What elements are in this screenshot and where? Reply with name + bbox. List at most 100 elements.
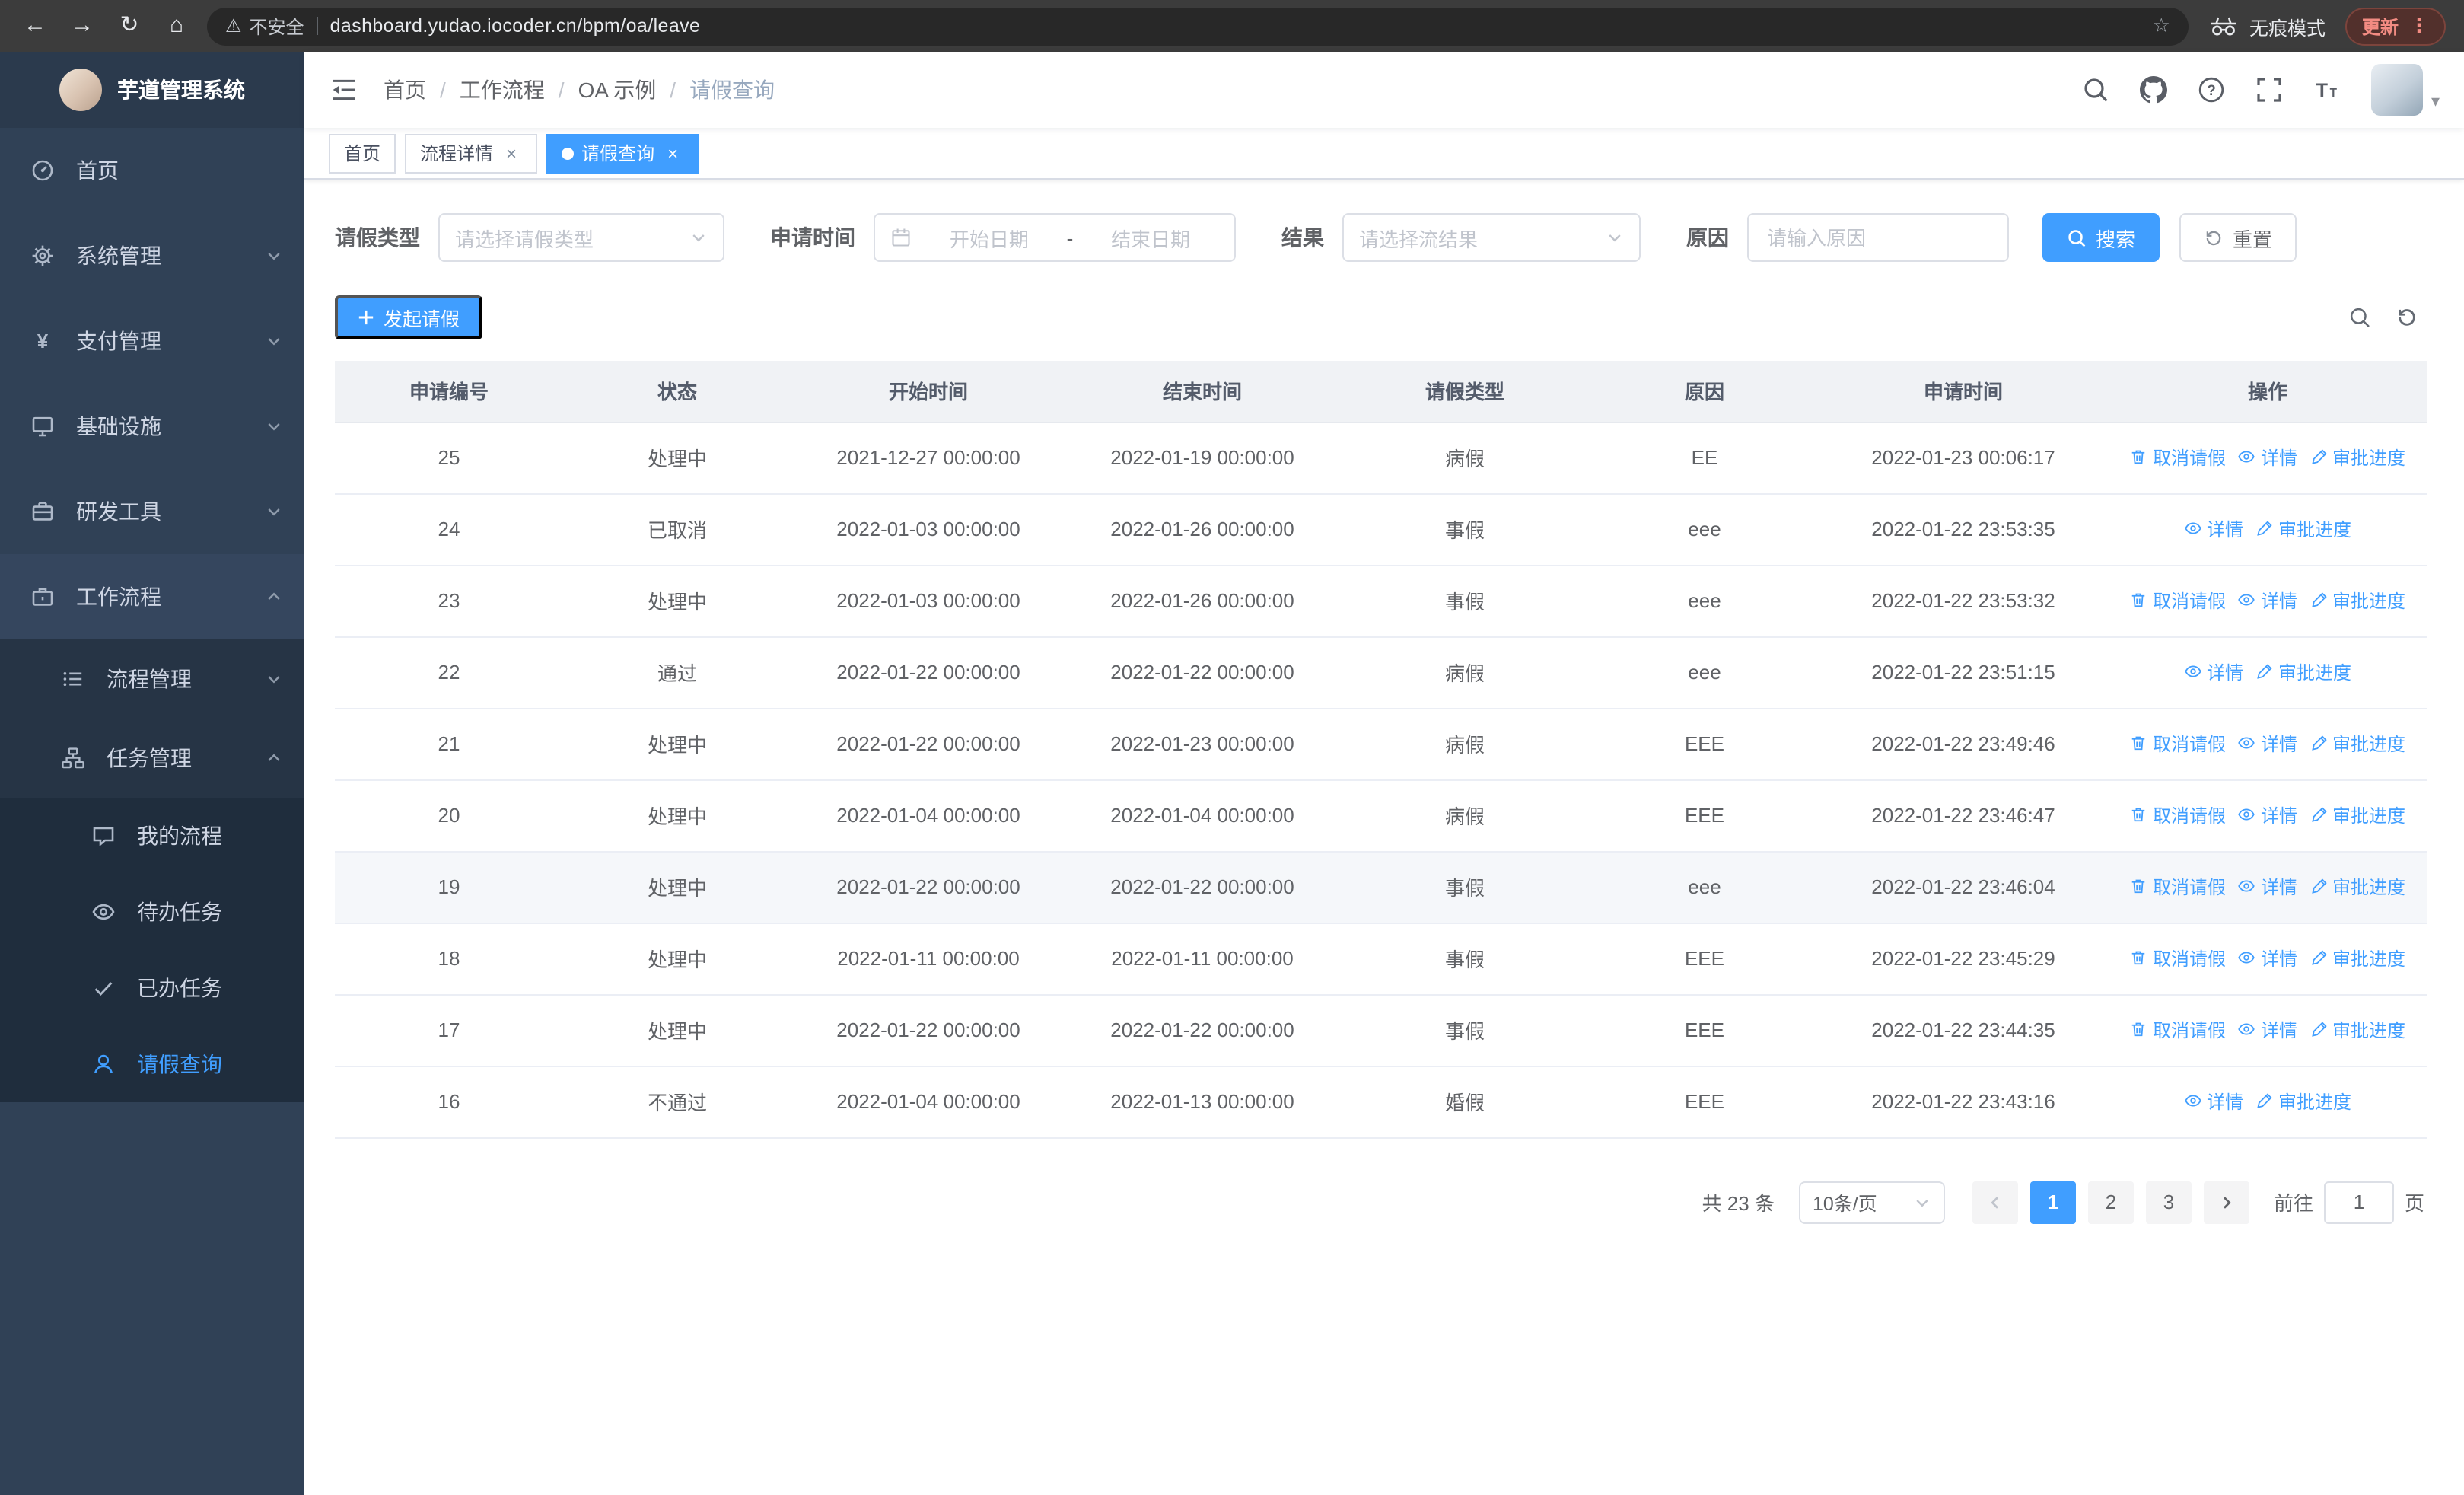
browser-home-icon[interactable]: ⌂	[160, 9, 193, 43]
cell-type: 病假	[1339, 708, 1590, 780]
approval-progress-link[interactable]: 审批进度	[2310, 874, 2405, 900]
cell-type: 事假	[1339, 565, 1590, 637]
cancel-leave-link[interactable]: 取消请假	[2130, 445, 2226, 470]
avatar[interactable]	[2371, 64, 2424, 116]
page-size-value: 10条/页	[1812, 1194, 1877, 1215]
security-warning[interactable]: ⚠ 不安全	[225, 13, 304, 39]
cancel-leave-link[interactable]: 取消请假	[2130, 588, 2226, 614]
detail-link[interactable]: 详情	[2238, 802, 2297, 828]
column-header: 申请时间	[1819, 361, 2108, 422]
update-label: 更新	[2361, 16, 2399, 37]
approval-progress-link[interactable]: 审批进度	[2310, 445, 2405, 470]
tab-home[interactable]: 首页	[329, 133, 396, 173]
sidebar-item-task-mgmt[interactable]: 任务管理	[0, 719, 304, 798]
help-icon[interactable]: ?	[2198, 76, 2226, 104]
bookmark-star-icon[interactable]: ☆	[2153, 14, 2170, 38]
table-row: 22 通过 2022-01-22 00:00:00 2022-01-22 00:00:…	[335, 636, 2427, 709]
sidebar-item-infra[interactable]: 基础设施	[0, 384, 304, 469]
toggle-search-icon[interactable]	[2348, 306, 2371, 329]
sidebar-item-system[interactable]: 系统管理	[0, 213, 304, 298]
detail-link[interactable]: 详情	[2238, 1017, 2297, 1043]
sidebar-item-label: 请假查询	[137, 1052, 222, 1076]
sidebar-item-payment[interactable]: ¥ 支付管理	[0, 298, 304, 384]
cancel-leave-link[interactable]: 取消请假	[2130, 731, 2226, 757]
cell-start: 2022-01-04 00:00:00	[791, 779, 1065, 852]
approval-progress-link[interactable]: 审批进度	[2255, 516, 2351, 542]
approval-progress-link[interactable]: 审批进度	[2255, 659, 2351, 685]
chevron-down-icon	[265, 670, 283, 688]
cancel-leave-link[interactable]: 取消请假	[2130, 874, 2226, 900]
page-button-2[interactable]: 2	[2087, 1181, 2134, 1223]
approval-progress-link[interactable]: 审批进度	[2310, 802, 2405, 828]
search-icon[interactable]	[2083, 76, 2110, 104]
gear-icon	[30, 244, 55, 268]
reset-button[interactable]: 重置	[2179, 213, 2297, 262]
detail-link[interactable]: 详情	[2238, 945, 2297, 971]
detail-link[interactable]: 详情	[2184, 1089, 2243, 1114]
date-range-picker[interactable]: 开始日期 - 结束日期	[874, 213, 1236, 262]
refresh-icon[interactable]	[2396, 306, 2418, 329]
page-button-3[interactable]: 3	[2145, 1181, 2192, 1223]
create-leave-button[interactable]: 发起请假	[335, 295, 483, 339]
prev-page-button[interactable]	[1972, 1181, 2018, 1223]
page-size-select[interactable]: 10条/页	[1798, 1181, 1945, 1223]
cell-reason: eee	[1590, 636, 1819, 709]
close-icon[interactable]: ×	[501, 142, 522, 164]
detail-link[interactable]: 详情	[2184, 659, 2243, 685]
user-menu[interactable]: ▾	[2371, 64, 2440, 116]
sidebar-item-devtools[interactable]: 研发工具	[0, 469, 304, 554]
cancel-leave-link[interactable]: 取消请假	[2130, 945, 2226, 971]
filter-apply-time: 申请时间 开始日期 - 结束日期	[770, 213, 1236, 262]
update-button[interactable]: 更新 ⋮	[2345, 7, 2446, 45]
approval-progress-link[interactable]: 审批进度	[2310, 731, 2405, 757]
breadcrumb-item[interactable]: OA 示例	[578, 75, 657, 105]
sidebar-logo[interactable]: 芋道管理系统	[0, 52, 304, 128]
result-select[interactable]: 请选择流结果	[1342, 213, 1641, 262]
approval-progress-link[interactable]: 审批进度	[2255, 1089, 2351, 1114]
tab-process-detail[interactable]: 流程详情 ×	[405, 133, 538, 173]
goto-label: 前往	[2273, 1192, 2313, 1215]
cell-reason: eee	[1590, 565, 1819, 637]
detail-link[interactable]: 详情	[2238, 731, 2297, 757]
page-button-1[interactable]: 1	[2029, 1181, 2076, 1223]
search-button[interactable]: 搜索	[2042, 213, 2160, 262]
sidebar-item-done-tasks[interactable]: 已办任务	[0, 950, 304, 1026]
detail-link[interactable]: 详情	[2238, 588, 2297, 614]
approval-progress-link[interactable]: 审批进度	[2310, 588, 2405, 614]
reason-input[interactable]	[1767, 226, 1989, 249]
column-header: 状态	[563, 361, 791, 422]
sidebar-item-home[interactable]: 首页	[0, 128, 304, 213]
hamburger-icon[interactable]	[329, 75, 359, 105]
url-text[interactable]: dashboard.yudao.iocoder.cn/bpm/oa/leave	[330, 15, 2141, 37]
sidebar-item-todo-tasks[interactable]: 待办任务	[0, 874, 304, 950]
cell-status: 处理中	[563, 851, 791, 923]
address-bar[interactable]: ⚠ 不安全 dashboard.yudao.iocoder.cn/bpm/oa/…	[207, 7, 2189, 45]
github-icon[interactable]	[2140, 76, 2168, 104]
table-toolbar: 发起请假	[335, 295, 2427, 339]
browser-forward-icon[interactable]: →	[65, 9, 99, 43]
approval-progress-link[interactable]: 审批进度	[2310, 1017, 2405, 1043]
detail-link[interactable]: 详情	[2238, 874, 2297, 900]
detail-link[interactable]: 详情	[2238, 445, 2297, 470]
font-size-icon[interactable]: T T	[2314, 76, 2341, 104]
close-icon[interactable]: ×	[662, 142, 683, 164]
sidebar-item-leave-query[interactable]: 请假查询	[0, 1026, 304, 1102]
next-page-button[interactable]	[2203, 1181, 2249, 1223]
browser-reload-icon[interactable]: ↻	[113, 9, 146, 43]
browser-back-icon[interactable]: ←	[18, 9, 52, 43]
tab-leave-query[interactable]: 请假查询 ×	[546, 133, 699, 173]
sidebar-item-process-mgmt[interactable]: 流程管理	[0, 639, 304, 719]
sidebar-item-my-process[interactable]: 我的流程	[0, 798, 304, 874]
cancel-leave-link[interactable]: 取消请假	[2130, 1017, 2226, 1043]
goto-page-input[interactable]	[2325, 1182, 2392, 1222]
leave-type-select[interactable]: 请选择请假类型	[438, 213, 724, 262]
sidebar-item-workflow[interactable]: 工作流程	[0, 554, 304, 639]
browser-menu-icon[interactable]: ⋮	[2409, 14, 2429, 38]
cell-apply_time: 2022-01-22 23:46:04	[1819, 851, 2108, 923]
cancel-leave-link[interactable]: 取消请假	[2130, 802, 2226, 828]
breadcrumb-item[interactable]: 工作流程	[460, 75, 545, 105]
fullscreen-icon[interactable]	[2256, 76, 2284, 104]
approval-progress-link[interactable]: 审批进度	[2310, 945, 2405, 971]
detail-link[interactable]: 详情	[2184, 516, 2243, 542]
breadcrumb-item[interactable]: 首页	[384, 75, 426, 105]
